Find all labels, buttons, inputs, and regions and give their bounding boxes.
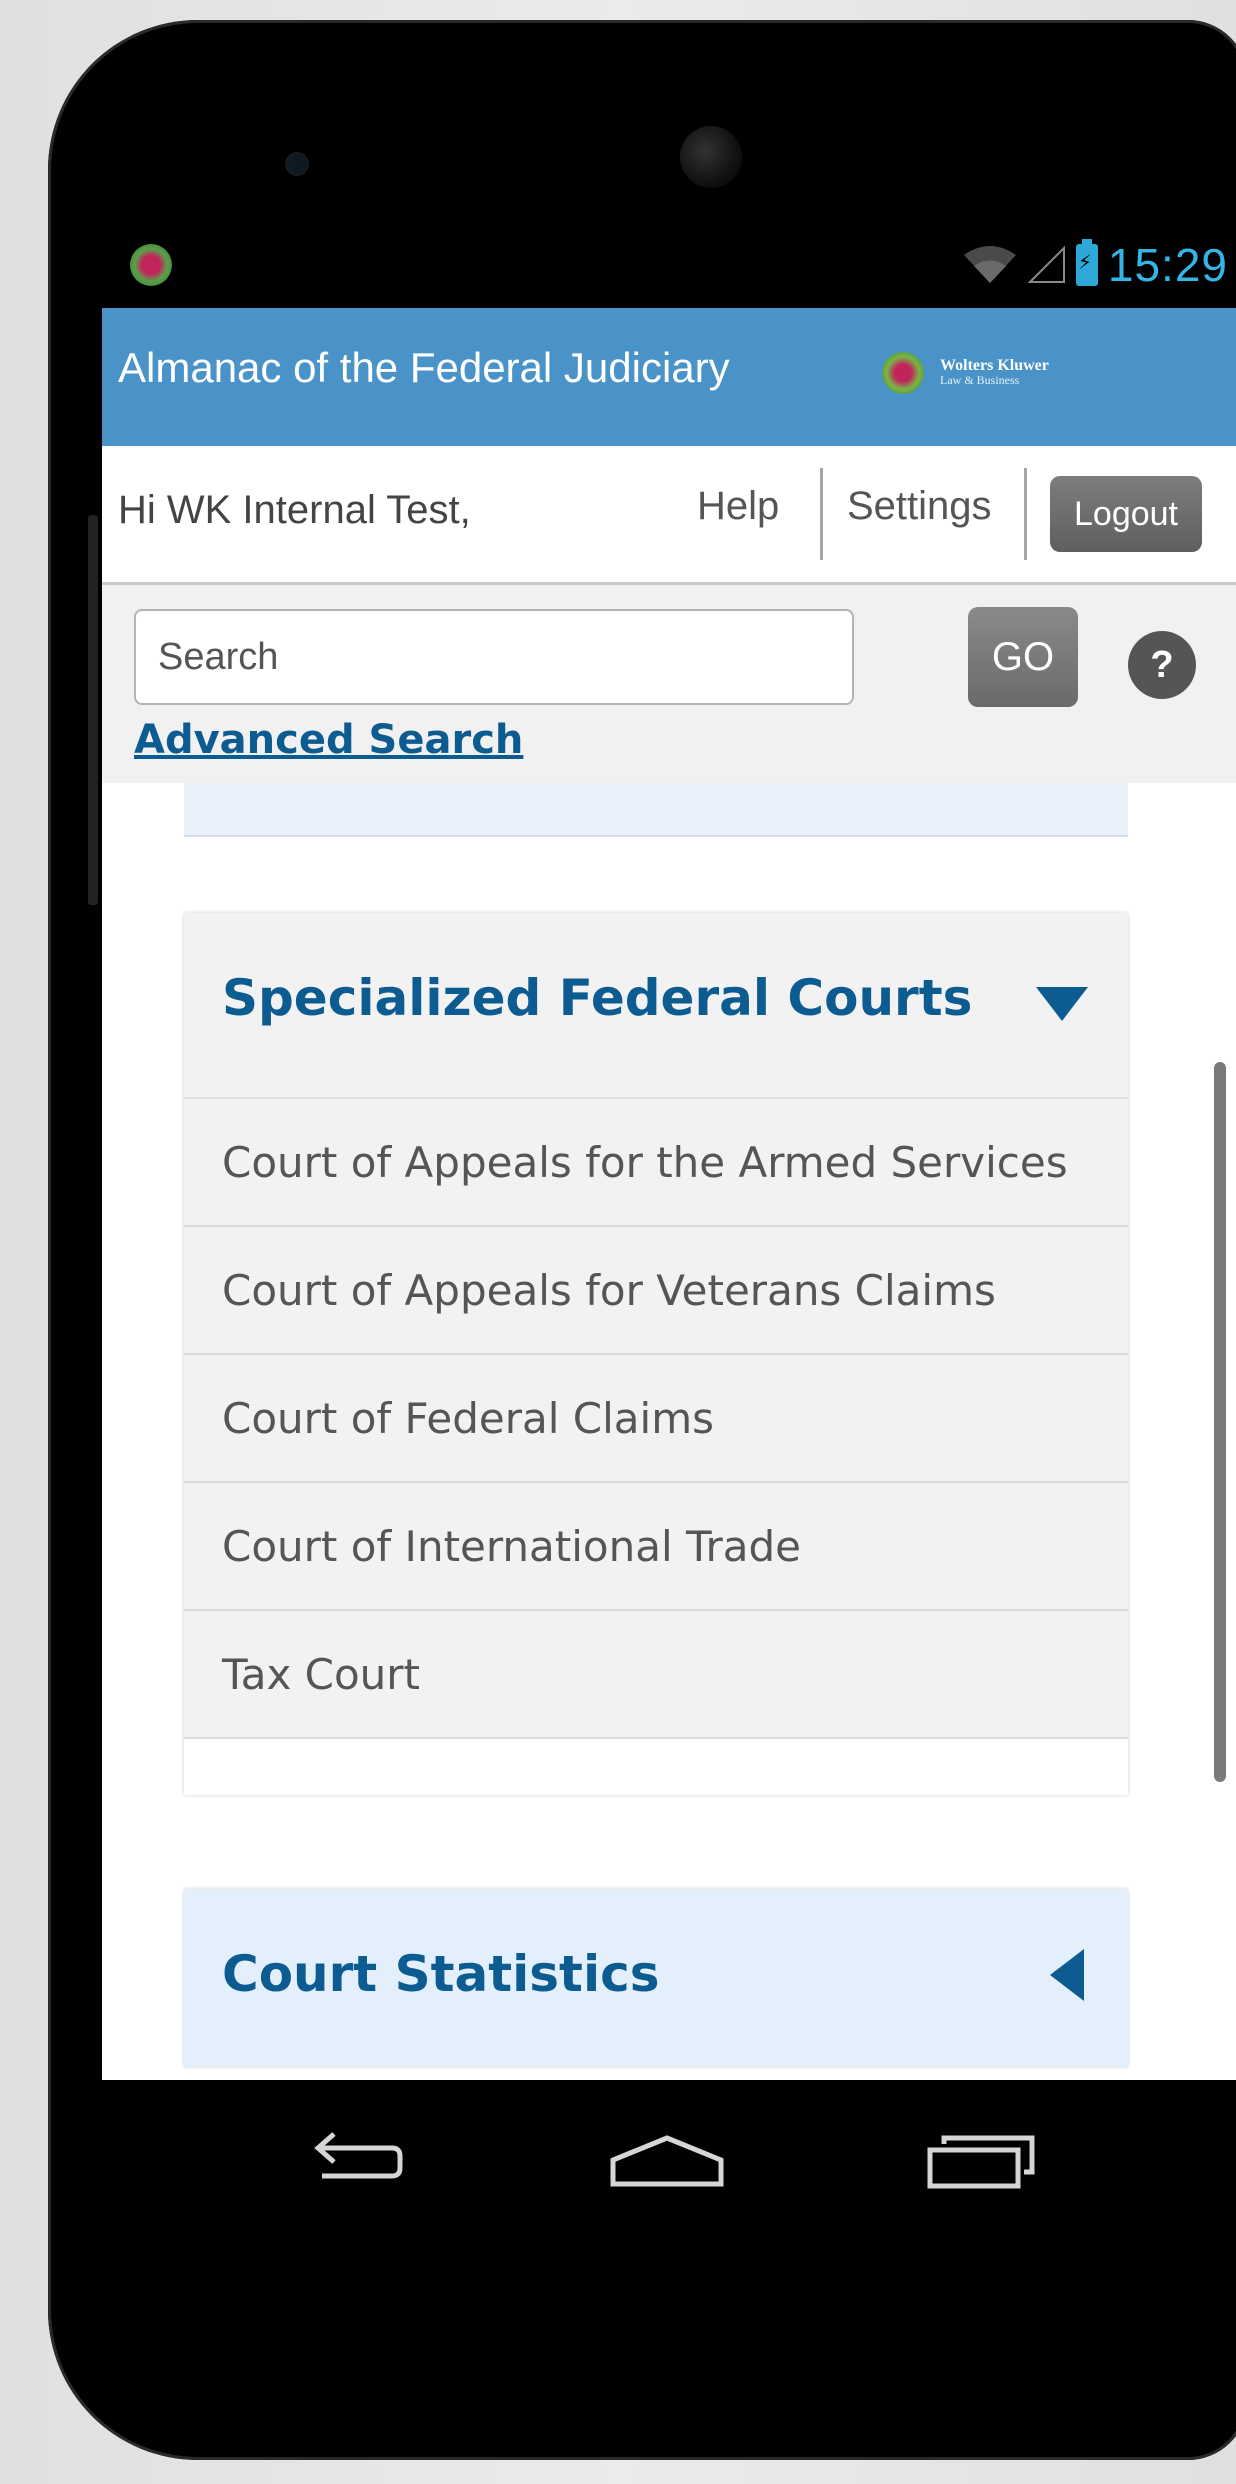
recent-apps-icon[interactable]: [922, 2122, 1042, 2202]
app-header: Almanac of the Federal Judiciary Wolters…: [102, 308, 1236, 446]
section-title: Court Statistics: [222, 1945, 660, 2003]
search-input[interactable]: [134, 609, 854, 705]
search-help-icon[interactable]: ?: [1128, 631, 1196, 699]
battery-charging-icon: [1075, 239, 1098, 286]
status-indicators: 15:29: [962, 236, 1228, 294]
settings-link[interactable]: Settings: [847, 484, 992, 529]
brand-logo: Wolters Kluwer Law & Business: [882, 352, 1049, 394]
previous-section-footer: [184, 783, 1128, 837]
front-camera: [680, 126, 742, 188]
nav-divider: [820, 468, 823, 560]
court-list-item[interactable]: Tax Court: [184, 1611, 1128, 1739]
section-header-specialized[interactable]: Specialized Federal Courts: [184, 913, 1128, 1099]
status-bar: 15:29: [102, 222, 1236, 308]
page-background: 15:29 Almanac of the Federal Judiciary W…: [0, 0, 1236, 2484]
court-list-item[interactable]: Court of Appeals for the Armed Services: [184, 1099, 1128, 1227]
status-clock: 15:29: [1107, 239, 1228, 291]
collapsed-arrow-icon[interactable]: [1050, 1949, 1084, 2001]
scrollbar[interactable]: [1214, 1062, 1226, 1782]
wifi-icon: [963, 246, 1016, 283]
android-nav-bar: [102, 2080, 1236, 2250]
main-content: Specialized Federal Courts Court of Appe…: [102, 783, 1236, 2080]
specialized-federal-courts-section: Specialized Federal Courts Court of Appe…: [184, 913, 1128, 1795]
nav-divider: [1024, 468, 1027, 560]
section-header-statistics[interactable]: Court Statistics: [184, 1889, 1128, 2067]
court-list-item[interactable]: Court of Appeals for Veterans Claims: [184, 1227, 1128, 1355]
app-notification-icon: [130, 244, 172, 286]
expanded-arrow-icon[interactable]: [1036, 987, 1088, 1021]
notification-led: [288, 155, 306, 173]
app-title: Almanac of the Federal Judiciary: [118, 344, 730, 391]
go-button[interactable]: GO: [968, 607, 1078, 707]
wolters-kluwer-logo-icon: [882, 352, 924, 394]
brand-name: Wolters Kluwer: [940, 357, 1049, 374]
search-area: GO ? Advanced Search: [102, 585, 1236, 783]
back-icon[interactable]: [292, 2122, 412, 2202]
court-list-item[interactable]: Court of International Trade: [184, 1483, 1128, 1611]
user-bar: Hi WK Internal Test, Help Settings Logou…: [102, 446, 1236, 585]
help-link[interactable]: Help: [697, 484, 779, 529]
home-icon[interactable]: [607, 2122, 727, 2202]
signal-icon: [1027, 246, 1065, 283]
brand-subtitle: Law & Business: [940, 373, 1020, 387]
phone-screen: 15:29 Almanac of the Federal Judiciary W…: [102, 222, 1236, 2080]
section-title: Specialized Federal Courts: [222, 969, 973, 1027]
advanced-search-link[interactable]: Advanced Search: [134, 717, 523, 763]
phone-side-button: [88, 515, 98, 905]
brand-text: Wolters Kluwer Law & Business: [940, 357, 1049, 388]
user-greeting: Hi WK Internal Test,: [118, 488, 471, 532]
logout-button[interactable]: Logout: [1050, 476, 1202, 552]
court-statistics-section: Court Statistics: [184, 1889, 1128, 2067]
court-list-item[interactable]: Court of Federal Claims: [184, 1355, 1128, 1483]
